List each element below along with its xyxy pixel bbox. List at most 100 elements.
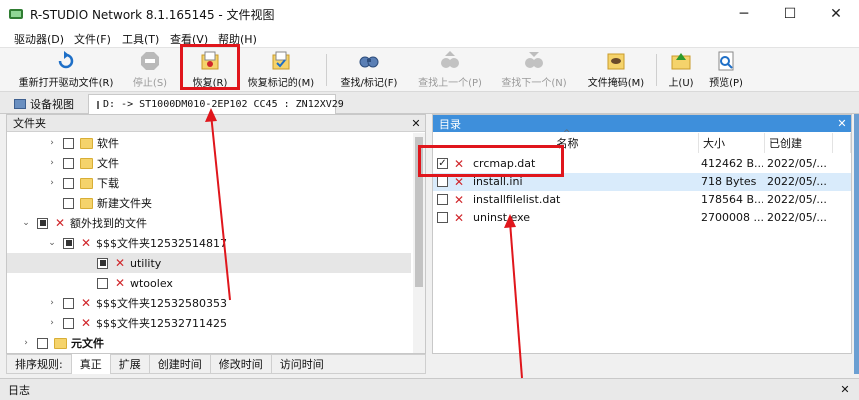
deleted-folder-icon: ✕ <box>114 256 126 270</box>
stop-button[interactable]: 停止(S) <box>124 50 176 90</box>
expand-chevron-icon[interactable]: › <box>47 178 57 188</box>
sort-created-time[interactable]: 创建时间 <box>148 354 210 374</box>
drive-icon <box>97 100 99 109</box>
tree-node[interactable]: › ✕ $$$文件夹12532580353 <box>7 293 411 313</box>
tree-checkbox[interactable] <box>37 217 48 229</box>
tree-node-label: 文件 <box>97 157 119 170</box>
expand-chevron-icon[interactable]: › <box>47 158 57 168</box>
folder-pane: 文件夹 ✕ › 软件 › 文件 › 下载 新建文件夹 ⌄ ✕ 额外找到的文件 ⌄ ✕ $$$文件夹125… <box>6 114 426 354</box>
sort-bar: 排序规则: 真正 扩展 创建时间 修改时间 访问时间 <box>6 354 426 374</box>
file-checkbox[interactable] <box>437 212 448 223</box>
sort-modified-time[interactable]: 修改时间 <box>209 354 271 374</box>
directory-pane-close-button[interactable]: ✕ <box>835 116 849 130</box>
file-size: 2700008 ... <box>701 211 763 224</box>
deleted-folder-icon: ✕ <box>54 216 66 230</box>
find-mark-button[interactable]: 查找/标记(F) <box>334 50 404 90</box>
file-checkbox[interactable] <box>437 176 448 187</box>
tree-checkbox[interactable] <box>63 177 74 189</box>
tree-checkbox[interactable] <box>63 157 74 169</box>
file-checkbox[interactable] <box>437 194 448 205</box>
log-title: 日志 <box>8 383 30 397</box>
file-created: 2022/05/... <box>767 175 827 188</box>
expand-chevron-icon[interactable]: ⌄ <box>21 218 31 228</box>
deleted-file-icon: ✕ <box>453 175 465 189</box>
maximize-button[interactable]: ☐ <box>767 0 813 28</box>
deleted-folder-icon: ✕ <box>114 276 126 290</box>
tree-node-label: $$$文件夹12532711425 <box>96 317 227 330</box>
column-size[interactable]: 大小 <box>699 133 765 153</box>
file-row[interactable]: ✕ uninst.exe 2700008 ... 2022/05/... <box>433 209 851 227</box>
tree-node[interactable]: ⌄ ✕ $$$文件夹12532514817 <box>7 233 411 253</box>
view-tabs: 设备视图 D: -> ST1000DM010-2EP102 CC45 : ZN1… <box>0 92 859 114</box>
reopen-drive-button[interactable]: 重新打开驱动文件(R) <box>14 50 118 90</box>
menu-drive[interactable]: 驱动器(D) <box>14 31 64 47</box>
tree-checkbox[interactable] <box>63 137 74 149</box>
find-prev-button[interactable]: 查找上一个(P) <box>412 50 488 90</box>
folder-icon <box>80 137 93 149</box>
tree-node-label: wtoolex <box>130 276 173 290</box>
expand-chevron-icon[interactable]: › <box>47 318 57 328</box>
tree-node[interactable]: ✕ wtoolex <box>7 273 411 293</box>
find-prev-icon <box>441 51 459 68</box>
menu-tools[interactable]: 工具(T) <box>122 31 159 47</box>
log-close-button[interactable]: ✕ <box>838 382 852 396</box>
file-row[interactable]: ✕ installfilelist.dat 178564 B... 2022/05/.… <box>433 191 851 209</box>
tree-node[interactable]: › 下载 <box>7 173 411 193</box>
find-mark-icon <box>359 56 379 68</box>
tree-checkbox[interactable] <box>63 197 74 209</box>
menu-file[interactable]: 文件(F) <box>74 31 111 47</box>
title-bar: R-STUDIO Network 8.1.165145 - 文件视图 ─ ☐ ✕ <box>0 0 859 28</box>
file-mask-button[interactable]: 文件掩码(M) <box>584 50 648 90</box>
tree-node-label: 下载 <box>97 177 119 190</box>
up-button[interactable]: 上(U) <box>664 50 698 90</box>
tree-node-label: 软件 <box>97 137 119 150</box>
menu-bar: 驱动器(D) 文件(F) 工具(T) 查看(V) 帮助(H) <box>0 28 859 48</box>
up-folder-icon <box>671 53 691 70</box>
column-created[interactable]: 已创建 <box>765 133 833 153</box>
folder-icon <box>80 177 93 189</box>
tree-checkbox[interactable] <box>63 237 74 249</box>
tree-node[interactable]: › 文件 <box>7 153 411 173</box>
folder-pane-close-button[interactable]: ✕ <box>409 116 423 130</box>
deleted-folder-icon: ✕ <box>80 316 92 330</box>
tab-device-view[interactable]: 设备视图 <box>6 94 82 114</box>
sort-accessed-time[interactable]: 访问时间 <box>270 354 332 374</box>
folder-icon <box>54 337 67 349</box>
tab-drive[interactable]: D: -> ST1000DM010-2EP102 CC45 : ZN12XV29 <box>88 94 344 114</box>
expand-chevron-icon[interactable]: › <box>47 298 57 308</box>
tree-node[interactable]: › ✕ $$$文件夹12532711425 <box>7 313 411 333</box>
tree-node[interactable]: ⌄ ✕ 额外找到的文件 <box>7 213 411 233</box>
find-next-icon <box>525 52 543 68</box>
preview-button[interactable]: 预览(P) <box>706 50 746 90</box>
minimize-button[interactable]: ─ <box>721 0 767 28</box>
tree-checkbox[interactable] <box>63 317 74 329</box>
tree-node[interactable]: 新建文件夹 <box>7 193 411 213</box>
file-created: 2022/05/... <box>767 211 827 224</box>
sort-real[interactable]: 真正 <box>70 354 110 374</box>
sort-label: 排序规则: <box>15 358 63 371</box>
folder-pane-header: 文件夹 <box>7 115 425 132</box>
tree-node[interactable]: › 软件 <box>7 133 411 153</box>
close-button[interactable]: ✕ <box>813 0 859 28</box>
sort-extension[interactable]: 扩展 <box>109 354 149 374</box>
app-icon <box>9 9 23 19</box>
tree-node[interactable]: ✕ utility <box>7 253 411 273</box>
highlight-crcmap-file <box>418 145 564 177</box>
recover-marked-button[interactable]: 恢复标记的(M) <box>244 50 318 90</box>
deleted-folder-icon: ✕ <box>80 296 92 310</box>
file-mask-icon <box>607 53 625 70</box>
expand-chevron-icon[interactable]: › <box>47 138 57 148</box>
find-next-button[interactable]: 查找下一个(N) <box>496 50 572 90</box>
tree-node[interactable]: › 元文件 <box>7 333 411 353</box>
tree-checkbox[interactable] <box>97 257 108 269</box>
folder-tree: › 软件 › 文件 › 下载 新建文件夹 ⌄ ✕ 额外找到的文件 ⌄ ✕ $$$文件夹125325148… <box>7 133 411 353</box>
file-created: 2022/05/... <box>767 157 827 170</box>
tree-checkbox[interactable] <box>63 297 74 309</box>
tree-checkbox[interactable] <box>37 337 48 349</box>
directory-pane-title: 目录 <box>439 117 461 131</box>
tree-node-label: utility <box>130 256 162 270</box>
expand-chevron-icon[interactable]: ⌄ <box>47 238 57 248</box>
expand-chevron-icon[interactable]: › <box>21 338 31 348</box>
tree-checkbox[interactable] <box>97 277 108 289</box>
file-name: installfilelist.dat <box>473 193 561 206</box>
